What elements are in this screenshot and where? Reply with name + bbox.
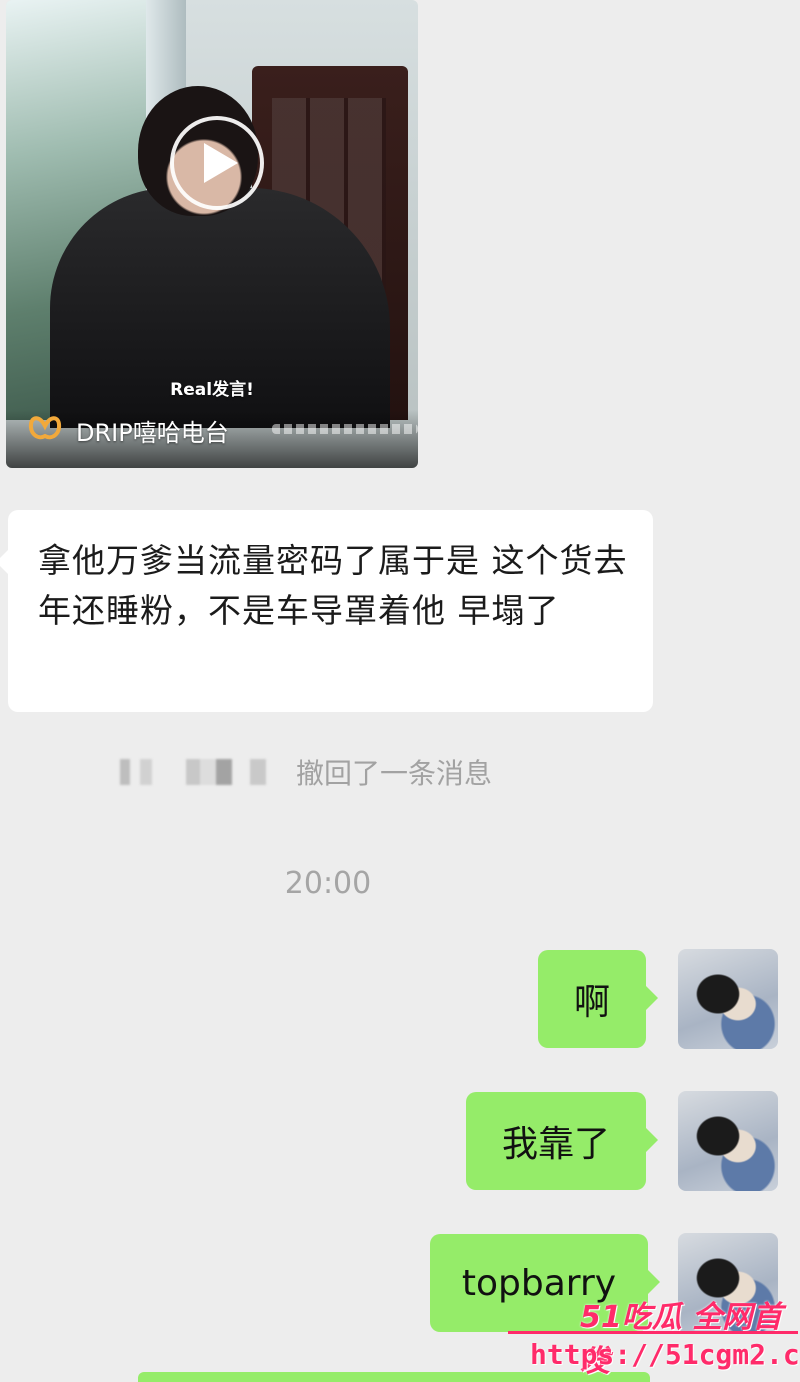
received-message-bubble[interactable]: 拿他万爹当流量密码了属于是 这个货去年还睡粉，不是车导罩着他 早塌了 [0, 510, 653, 712]
watermark-url: https://51cgm2.com [530, 1338, 800, 1371]
blurred-sender-name [120, 759, 270, 785]
avatar[interactable] [678, 949, 778, 1049]
video-caption: Real发言! [170, 380, 254, 400]
butterfly-logo-icon [28, 416, 62, 440]
received-message-text: 拿他万爹当流量密码了属于是 这个货去年还睡粉，不是车导罩着他 早塌了 [38, 541, 628, 630]
play-button[interactable] [170, 116, 264, 210]
chat-timestamp: 20:00 [284, 866, 372, 901]
sent-message-text: 我靠了 [501, 1124, 610, 1165]
recall-notice-text: 撤回了一条消息 [296, 757, 493, 790]
sent-message-bubble[interactable]: 我靠了 [466, 1092, 658, 1190]
avatar[interactable] [678, 1091, 778, 1191]
partial-sent-message-bubble[interactable] [138, 1372, 650, 1382]
video-source-name: DRIP嘻哈电台 [76, 419, 229, 447]
video-footer-decoration [272, 424, 418, 434]
play-icon [204, 143, 238, 183]
watermark-divider [508, 1331, 798, 1334]
sent-message-text: 啊 [573, 982, 610, 1023]
recall-notice: 撤回了一条消息 [120, 752, 492, 792]
sent-message-bubble[interactable]: 啊 [538, 950, 658, 1048]
video-message-card[interactable]: Real发言! DRIP嘻哈电台 [6, 0, 418, 468]
